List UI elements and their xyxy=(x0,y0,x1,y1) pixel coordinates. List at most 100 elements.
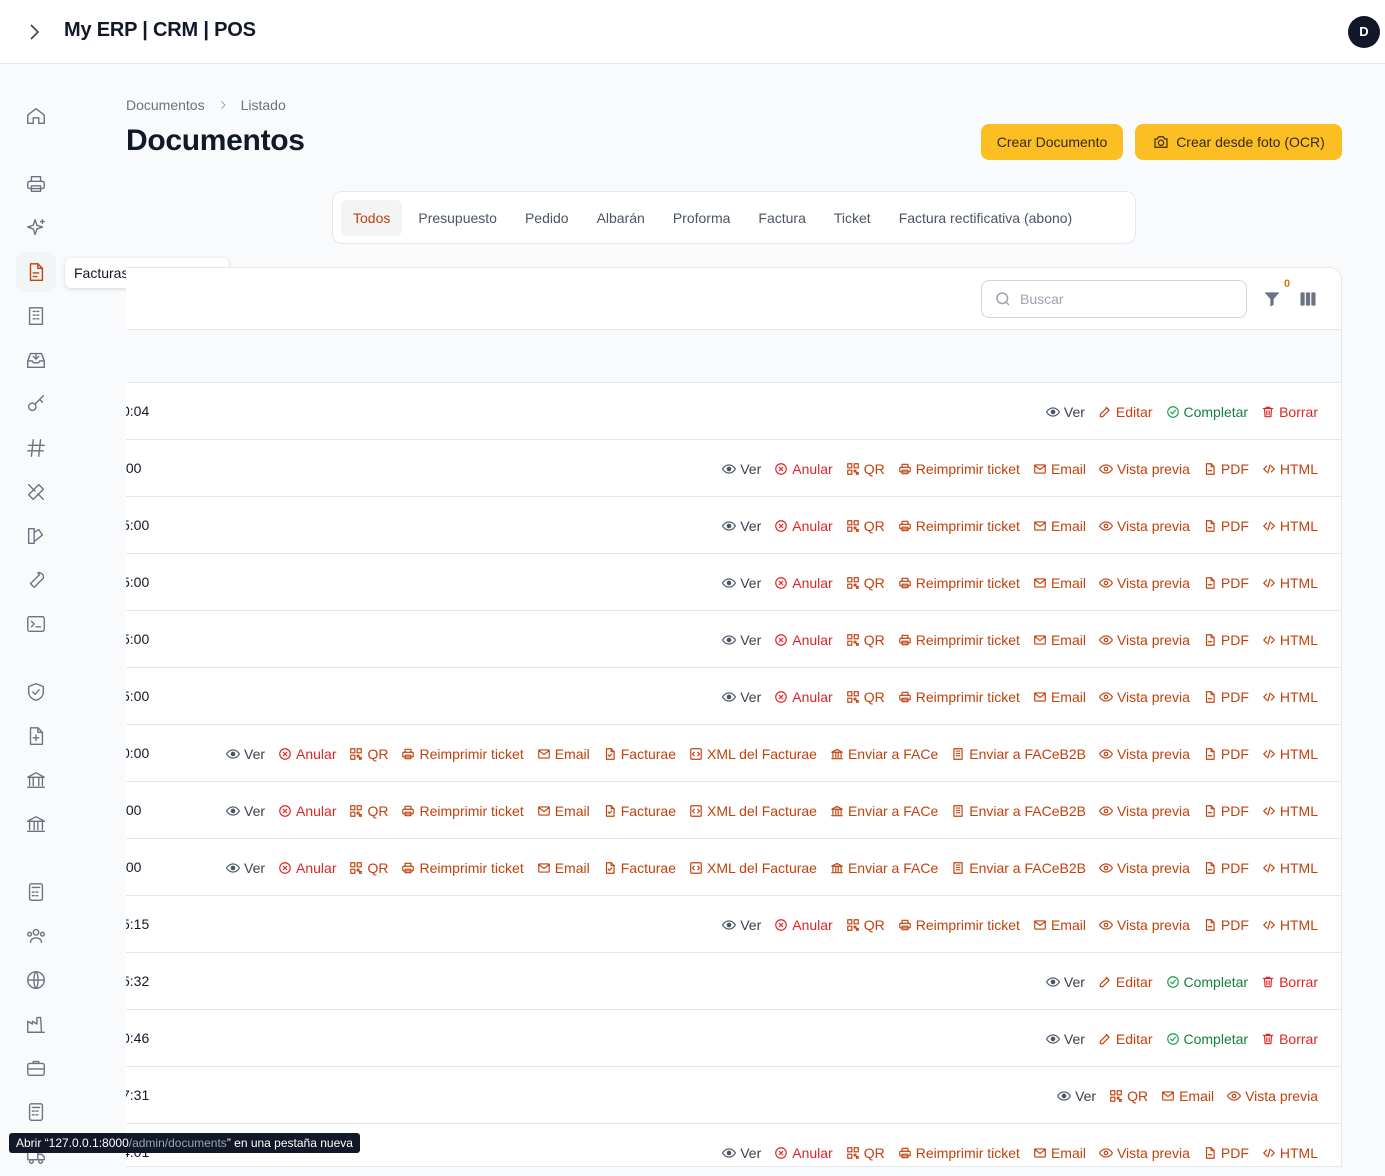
sidebar-item-home[interactable] xyxy=(16,96,56,136)
action-anular-button[interactable]: Anular xyxy=(278,803,336,819)
tab-1[interactable]: Presupuesto xyxy=(406,200,509,236)
action-ver-button[interactable]: Ver xyxy=(1045,404,1085,420)
sidebar-item-building[interactable] xyxy=(16,296,56,336)
action-pdf-button[interactable]: PDF xyxy=(1203,575,1249,591)
action-reimprimir-button[interactable]: Reimprimir ticket xyxy=(898,917,1020,933)
action-anular-button[interactable]: Anular xyxy=(774,575,833,591)
sidebar-item-users[interactable] xyxy=(16,916,56,956)
action-ver-button[interactable]: Ver xyxy=(1057,1088,1096,1104)
action-email-button[interactable]: Email xyxy=(1033,575,1086,591)
action-anular-button[interactable]: Anular xyxy=(278,746,336,762)
action-reimprimir-button[interactable]: Reimprimir ticket xyxy=(898,1145,1020,1161)
action-pdf-button[interactable]: PDF xyxy=(1203,461,1249,477)
action-email-button[interactable]: Email xyxy=(1033,632,1086,648)
action-face-button[interactable]: Enviar a FACe xyxy=(830,746,938,762)
sidebar-item-sparkles[interactable] xyxy=(16,208,56,248)
sidebar-item-calculator-alt[interactable] xyxy=(16,1092,56,1132)
action-editar-button[interactable]: Editar xyxy=(1098,404,1153,420)
sidebar-item-globe[interactable] xyxy=(16,960,56,1000)
sidebar-item-shield-check[interactable] xyxy=(16,672,56,712)
action-email-button[interactable]: Email xyxy=(1161,1088,1214,1104)
action-qr-button[interactable]: QR xyxy=(349,803,388,819)
action-pdf-button[interactable]: PDF xyxy=(1203,860,1249,876)
action-ver-button[interactable]: Ver xyxy=(722,461,761,477)
action-qr-button[interactable]: QR xyxy=(846,1145,885,1161)
filter-icon[interactable] xyxy=(1262,289,1282,309)
action-xml-button[interactable]: XML del Facturae xyxy=(689,860,817,876)
action-vista-button[interactable]: Vista previa xyxy=(1098,917,1190,933)
action-reimprimir-button[interactable]: Reimprimir ticket xyxy=(401,803,524,819)
action-vista-button[interactable]: Vista previa xyxy=(1098,632,1190,648)
action-borrar-button[interactable]: Borrar xyxy=(1261,404,1318,420)
action-html-button[interactable]: HTML xyxy=(1262,632,1318,648)
action-html-button[interactable]: HTML xyxy=(1262,860,1318,876)
action-ver-button[interactable]: Ver xyxy=(722,689,761,705)
tab-5[interactable]: Factura xyxy=(746,200,817,236)
sidebar-item-bank-alt[interactable] xyxy=(16,804,56,844)
action-pdf-button[interactable]: PDF xyxy=(1203,632,1249,648)
action-qr-button[interactable]: QR xyxy=(846,518,885,534)
action-ver-button[interactable]: Ver xyxy=(226,746,265,762)
action-qr-button[interactable]: QR xyxy=(846,575,885,591)
breadcrumb-root[interactable]: Documentos xyxy=(126,97,205,113)
tab-2[interactable]: Pedido xyxy=(513,200,581,236)
search-input[interactable] xyxy=(1020,291,1220,307)
action-pdf-button[interactable]: PDF xyxy=(1203,689,1249,705)
avatar[interactable]: D xyxy=(1348,16,1380,48)
action-ver-button[interactable]: Ver xyxy=(722,632,761,648)
action-xml-button[interactable]: XML del Facturae xyxy=(689,803,817,819)
sidebar-item-document-plus[interactable] xyxy=(16,716,56,756)
action-facturae-button[interactable]: Facturae xyxy=(603,860,676,876)
action-qr-button[interactable]: QR xyxy=(349,746,388,762)
tab-4[interactable]: Proforma xyxy=(661,200,743,236)
action-pdf-button[interactable]: PDF xyxy=(1203,803,1249,819)
action-reimprimir-button[interactable]: Reimprimir ticket xyxy=(898,632,1020,648)
sidebar-item-bank[interactable] xyxy=(16,760,56,800)
action-face-button[interactable]: Enviar a FACe xyxy=(830,803,938,819)
action-html-button[interactable]: HTML xyxy=(1262,917,1318,933)
action-pdf-button[interactable]: PDF xyxy=(1203,1145,1249,1161)
action-email-button[interactable]: Email xyxy=(1033,1145,1086,1161)
action-reimprimir-button[interactable]: Reimprimir ticket xyxy=(898,575,1020,591)
action-qr-button[interactable]: QR xyxy=(349,860,388,876)
sidebar-item-factory[interactable] xyxy=(16,1004,56,1044)
action-vista-button[interactable]: Vista previa xyxy=(1098,461,1190,477)
action-vista-button[interactable]: Vista previa xyxy=(1098,1145,1190,1161)
action-html-button[interactable]: HTML xyxy=(1262,518,1318,534)
action-email-button[interactable]: Email xyxy=(1033,461,1086,477)
action-vista-button[interactable]: Vista previa xyxy=(1098,746,1190,762)
action-anular-button[interactable]: Anular xyxy=(774,917,833,933)
action-email-button[interactable]: Email xyxy=(537,803,590,819)
action-qr-button[interactable]: QR xyxy=(846,632,885,648)
action-pdf-button[interactable]: PDF xyxy=(1203,746,1249,762)
tab-7[interactable]: Factura rectificativa (abono) xyxy=(887,200,1085,236)
sidebar-item-printer[interactable] xyxy=(16,164,56,204)
action-ver-button[interactable]: Ver xyxy=(1045,974,1085,990)
sidebar-item-wrench[interactable] xyxy=(16,560,56,600)
sidebar-item-terminal[interactable] xyxy=(16,604,56,644)
action-editar-button[interactable]: Editar xyxy=(1098,974,1153,990)
action-vista-button[interactable]: Vista previa xyxy=(1098,860,1190,876)
action-html-button[interactable]: HTML xyxy=(1262,1145,1318,1161)
tab-3[interactable]: Albarán xyxy=(585,200,657,236)
sidebar-item-tools[interactable] xyxy=(16,472,56,512)
action-completar-button[interactable]: Completar xyxy=(1166,974,1248,990)
sidebar-item-inbox[interactable] xyxy=(16,340,56,380)
sidebar-item-calculator[interactable] xyxy=(16,872,56,912)
action-reimprimir-button[interactable]: Reimprimir ticket xyxy=(401,860,524,876)
action-anular-button[interactable]: Anular xyxy=(774,1145,833,1161)
action-anular-button[interactable]: Anular xyxy=(278,860,336,876)
action-email-button[interactable]: Email xyxy=(1033,518,1086,534)
chevron-right-icon[interactable] xyxy=(22,20,46,44)
action-completar-button[interactable]: Completar xyxy=(1166,404,1248,420)
action-ver-button[interactable]: Ver xyxy=(722,917,761,933)
action-vista-button[interactable]: Vista previa xyxy=(1227,1088,1318,1104)
action-facturae-button[interactable]: Facturae xyxy=(603,803,676,819)
action-facturae-button[interactable]: Facturae xyxy=(603,746,676,762)
action-vista-button[interactable]: Vista previa xyxy=(1098,803,1190,819)
sidebar-item-swatch[interactable] xyxy=(16,516,56,556)
create-from-photo-button[interactable]: Crear desde foto (OCR) xyxy=(1135,124,1342,160)
sidebar-item-hash[interactable] xyxy=(16,428,56,468)
action-reimprimir-button[interactable]: Reimprimir ticket xyxy=(898,689,1020,705)
action-faceb2b-button[interactable]: Enviar a FACeB2B xyxy=(951,860,1086,876)
